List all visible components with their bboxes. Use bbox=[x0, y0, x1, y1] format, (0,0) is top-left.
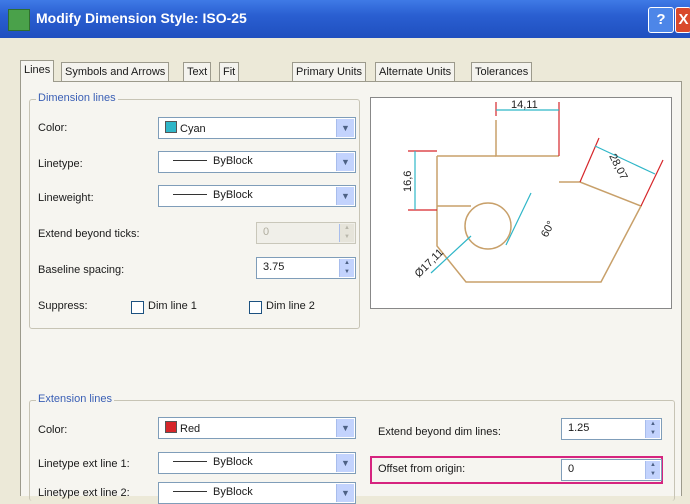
red-swatch-icon bbox=[165, 421, 177, 433]
dim-line1-checkbox[interactable] bbox=[131, 301, 144, 314]
linetype-ext2-value: ByBlock bbox=[213, 486, 253, 498]
dim-angle-text: 60° bbox=[539, 219, 557, 239]
dim-linetype-value: ByBlock bbox=[213, 155, 253, 167]
tab-strip: Lines Symbols and Arrows Text Fit Primar… bbox=[20, 60, 680, 82]
linetype-ext1-value: ByBlock bbox=[213, 456, 253, 468]
spinner-arrows-icon: ▲ ▼ bbox=[339, 259, 354, 277]
object-outline bbox=[436, 120, 643, 283]
dim-lineweight-select[interactable]: ByBlock ▼ bbox=[158, 185, 356, 207]
linetype-ext1-select[interactable]: ByBlock ▼ bbox=[158, 452, 356, 474]
dim-line2-checkbox[interactable] bbox=[249, 301, 262, 314]
suppress-label: Suppress: bbox=[38, 300, 88, 312]
tab-alternate-units[interactable]: Alternate Units bbox=[375, 62, 456, 81]
dim-linetype-label: Linetype: bbox=[38, 158, 83, 170]
preview-drawing: 14,11 16,6 28,07 60° Ø17,11 bbox=[402, 99, 664, 283]
dim-lineweight-label: Lineweight: bbox=[38, 192, 94, 204]
offset-from-origin-label: Offset from origin: bbox=[378, 463, 466, 475]
chevron-down-icon: ▼ bbox=[336, 484, 354, 502]
linetype-ext2-label: Linetype ext line 2: bbox=[38, 487, 130, 499]
linetype-sample-icon bbox=[173, 461, 207, 462]
ext-color-select[interactable]: Red ▼ bbox=[158, 417, 356, 439]
spinner-arrows-icon: ▲ ▼ bbox=[645, 461, 660, 479]
tab-lines[interactable]: Lines bbox=[20, 60, 55, 82]
cyan-swatch-icon bbox=[165, 121, 177, 133]
dim-left-text: 16,6 bbox=[402, 171, 414, 192]
chevron-down-icon: ▼ bbox=[336, 454, 354, 472]
tab-primary-units[interactable]: Primary Units bbox=[292, 62, 367, 81]
extend-beyond-dim-lines-value: 1.25 bbox=[568, 422, 590, 434]
dim-line1-label: Dim line 1 bbox=[148, 300, 197, 312]
tab-symbols-and-arrows[interactable]: Symbols and Arrows bbox=[61, 62, 170, 81]
dimension-texts: 14,11 16,6 28,07 60° Ø17,11 bbox=[402, 99, 630, 280]
tab-text[interactable]: Text bbox=[183, 62, 212, 81]
extend-beyond-dim-lines-label: Extend beyond dim lines: bbox=[378, 426, 501, 438]
chevron-down-icon: ▼ bbox=[336, 419, 354, 437]
dim-linetype-select[interactable]: ByBlock ▼ bbox=[158, 151, 356, 173]
offset-from-origin-input[interactable]: 0 ▲ ▼ bbox=[561, 459, 662, 481]
tab-tolerances[interactable]: Tolerances bbox=[471, 62, 533, 81]
dim-color-value: Cyan bbox=[180, 123, 206, 135]
dim-top-text: 14,11 bbox=[511, 99, 538, 111]
linetype-sample-icon bbox=[173, 160, 207, 161]
dimension-preview: 14,11 16,6 28,07 60° Ø17,11 bbox=[370, 97, 672, 309]
tab-fit[interactable]: Fit bbox=[219, 62, 240, 81]
title-bar: Modify Dimension Style: ISO-25 ? X bbox=[0, 0, 690, 38]
chevron-down-icon: ▼ bbox=[336, 187, 354, 205]
dimension-lines-title: Dimension lines bbox=[36, 92, 118, 104]
spinner-arrows-icon: ▲ ▼ bbox=[645, 420, 660, 438]
lineweight-sample-icon bbox=[173, 194, 207, 195]
dim-right-text: 28,07 bbox=[606, 152, 629, 182]
chevron-down-icon: ▼ bbox=[336, 119, 354, 137]
extend-beyond-ticks-value: 0 bbox=[263, 226, 270, 238]
dim-line2-label: Dim line 2 bbox=[266, 300, 315, 312]
ext-color-value: Red bbox=[180, 423, 201, 435]
help-button[interactable]: ? bbox=[648, 7, 674, 33]
linetype-ext1-label: Linetype ext line 1: bbox=[38, 458, 130, 470]
spinner-arrows-icon: ▲ ▼ bbox=[339, 224, 354, 242]
close-button[interactable]: X bbox=[675, 7, 690, 33]
app-icon bbox=[8, 9, 30, 31]
baseline-spacing-label: Baseline spacing: bbox=[38, 264, 125, 276]
extension-lines-title: Extension lines bbox=[36, 393, 114, 405]
extend-beyond-dim-lines-input[interactable]: 1.25 ▲ ▼ bbox=[561, 418, 662, 440]
chevron-down-icon: ▼ bbox=[336, 153, 354, 171]
ext-color-label: Color: bbox=[38, 424, 68, 436]
offset-from-origin-value: 0 bbox=[568, 463, 575, 475]
dim-color-label: Color: bbox=[38, 122, 68, 134]
dim-lineweight-value: ByBlock bbox=[213, 189, 253, 201]
extend-beyond-ticks-label: Extend beyond ticks: bbox=[38, 228, 140, 240]
linetype-ext2-select[interactable]: ByBlock ▼ bbox=[158, 482, 356, 504]
extend-beyond-ticks-input[interactable]: 0 ▲ ▼ bbox=[256, 222, 356, 244]
linetype-sample-icon bbox=[173, 491, 207, 492]
baseline-spacing-value: 3.75 bbox=[263, 261, 285, 273]
baseline-spacing-input[interactable]: 3.75 ▲ ▼ bbox=[256, 257, 356, 279]
dim-color-select[interactable]: Cyan ▼ bbox=[158, 117, 356, 139]
window-title: Modify Dimension Style: ISO-25 bbox=[36, 10, 247, 26]
